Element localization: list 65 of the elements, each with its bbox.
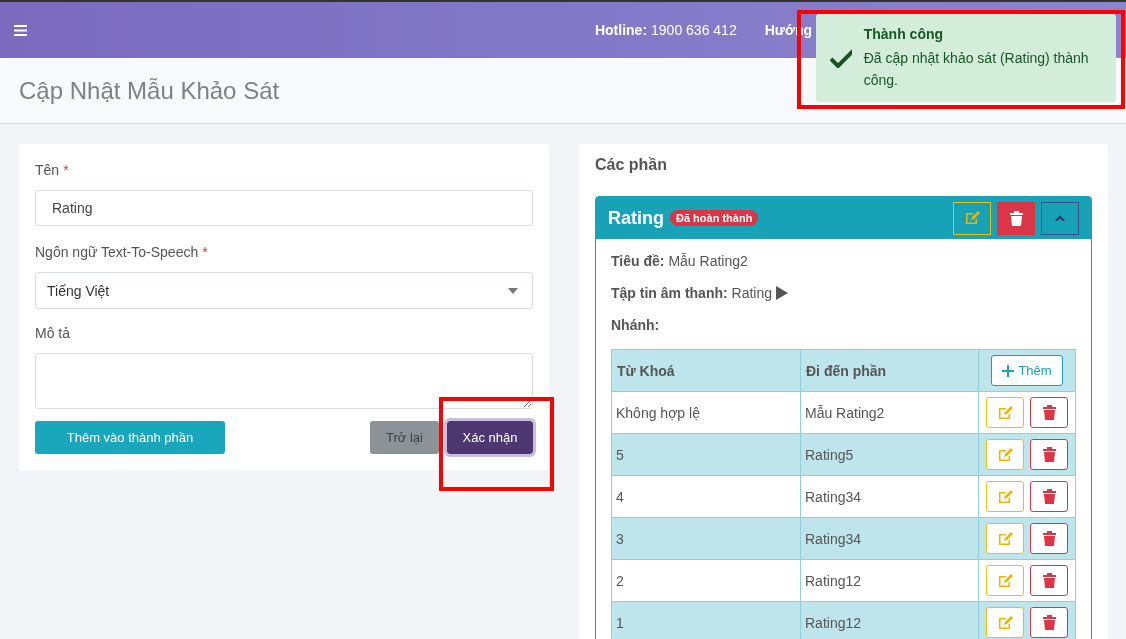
table-cell: Rating12 xyxy=(800,601,979,639)
trash-icon xyxy=(1042,405,1056,420)
status-badge: Đã hoàn thành xyxy=(670,210,759,226)
trash-icon xyxy=(1042,573,1056,588)
edit-icon xyxy=(964,210,980,226)
section-name: Rating xyxy=(608,207,664,229)
field-label: Tên xyxy=(35,162,60,178)
delete-button[interactable] xyxy=(1030,523,1068,554)
branch-label: Nhánh: xyxy=(611,317,661,333)
confirm-button[interactable]: Xác nhận xyxy=(447,421,533,454)
delete-button[interactable] xyxy=(1030,565,1068,596)
add-to-component-button[interactable]: Thêm vào thành phần xyxy=(35,421,225,454)
chevron-up-icon xyxy=(1055,215,1065,221)
edit-icon xyxy=(997,446,1013,463)
delete-button[interactable] xyxy=(1030,439,1068,470)
table-cell: Không hợp lệ xyxy=(611,391,801,434)
description-input[interactable] xyxy=(35,353,533,409)
column-header: Từ Khoá xyxy=(611,349,801,392)
delete-button[interactable] xyxy=(1030,481,1068,512)
language-select[interactable]: Tiếng Việt xyxy=(35,272,533,309)
hotline-number: 1900 636 412 xyxy=(651,22,737,38)
add-branch-button[interactable]: Thêm xyxy=(991,355,1063,386)
trash-icon xyxy=(1042,531,1056,546)
menu-icon[interactable] xyxy=(14,24,27,36)
name-input[interactable]: Rating xyxy=(35,190,533,226)
checkmark-icon xyxy=(830,48,852,68)
table-cell: Rating34 xyxy=(800,475,979,518)
edit-icon xyxy=(997,530,1013,547)
table-cell: 2 xyxy=(611,559,801,602)
play-icon[interactable] xyxy=(776,286,789,300)
table-cell: 3 xyxy=(611,517,801,560)
back-button[interactable]: Trở lại xyxy=(370,421,439,454)
collapse-button[interactable] xyxy=(1041,201,1079,235)
delete-button[interactable] xyxy=(1030,397,1068,428)
table-cell: 1 xyxy=(611,601,801,639)
sections-title: Các phần xyxy=(595,156,668,174)
table-cell: Rating5 xyxy=(800,433,979,476)
field-label: Ngôn ngữ Text-To-Speech xyxy=(35,244,199,260)
edit-icon xyxy=(997,614,1013,631)
delete-button[interactable] xyxy=(997,201,1035,235)
hotline-label: Hotline: xyxy=(594,22,648,38)
edit-icon xyxy=(997,404,1013,421)
table-cell: 5 xyxy=(611,433,801,476)
trash-icon xyxy=(1042,447,1056,462)
table-cell: Rating12 xyxy=(800,559,979,602)
required-mark: * xyxy=(63,162,69,178)
edit-icon xyxy=(997,572,1013,589)
table-cell: 4 xyxy=(611,475,801,518)
edit-icon xyxy=(997,488,1013,505)
caret-icon xyxy=(508,287,518,294)
delete-button[interactable] xyxy=(1030,607,1068,638)
table-cell: Mẫu Rating2 xyxy=(800,391,979,434)
audio-line: Tập tin âm thanh: Rating xyxy=(611,285,773,301)
column-header: Đi đến phần xyxy=(800,349,979,392)
plus-icon xyxy=(1002,364,1015,377)
field-label: Mô tả xyxy=(35,325,70,341)
page-title: Cập Nhật Mẫu Khảo Sát xyxy=(19,76,280,105)
title-line: Tiêu đề: Mẫu Rating2 xyxy=(611,253,749,269)
toast-message: Đã cập nhật khảo sát (Rating) thành công. xyxy=(863,48,1090,90)
trash-icon xyxy=(1009,210,1023,226)
toast-title: Thành công xyxy=(863,25,945,42)
required-mark: * xyxy=(202,244,208,260)
trash-icon xyxy=(1042,615,1056,630)
trash-icon xyxy=(1042,489,1056,504)
table-cell: Rating34 xyxy=(800,517,979,560)
